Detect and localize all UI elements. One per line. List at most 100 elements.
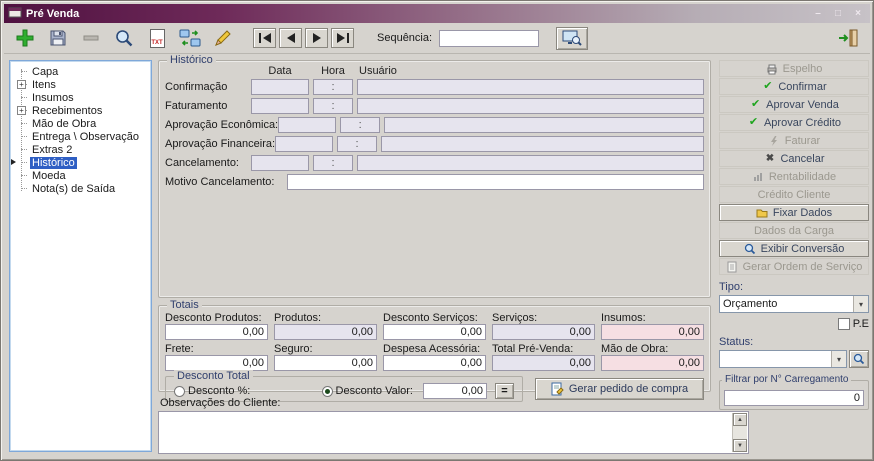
tree-item-moeda[interactable]: Moeda xyxy=(10,169,151,182)
last-record-button[interactable] xyxy=(331,28,354,48)
aprovacao-financeira-data-field[interactable] xyxy=(275,135,334,152)
floppy-icon xyxy=(50,30,66,46)
tree-item-label: Nota(s) de Saída xyxy=(32,182,116,195)
close-button[interactable]: × xyxy=(850,7,866,21)
printer-icon xyxy=(766,62,779,75)
faturamento-usuario-field[interactable] xyxy=(357,97,704,114)
delete-button[interactable] xyxy=(78,25,104,51)
faturamento-hora-field[interactable]: : xyxy=(313,97,353,114)
chevron-down-icon[interactable]: ▾ xyxy=(853,296,868,312)
field-label: Mão de Obra: xyxy=(601,343,669,355)
expand-plus-icon[interactable]: + xyxy=(17,80,26,89)
aplicar-desconto-button[interactable]: = xyxy=(495,383,514,399)
exit-button[interactable] xyxy=(834,25,862,51)
next-record-button[interactable] xyxy=(305,28,328,48)
scroll-down-icon[interactable]: ▼ xyxy=(733,439,747,452)
desconto-valor-radio[interactable] xyxy=(321,385,333,397)
cancelamento-hora-field[interactable]: : xyxy=(313,154,353,171)
consult-button[interactable] xyxy=(556,26,589,50)
maximize-button[interactable]: □ xyxy=(830,7,846,21)
column-header-usuario: Usuário xyxy=(359,65,397,77)
exibir-conversao-button[interactable]: Exibir Conversão xyxy=(719,240,869,257)
tree-item-mao-de-obra[interactable]: Mão de Obra xyxy=(10,117,151,130)
frete-field[interactable]: 0,00 xyxy=(165,355,268,371)
pe-checkbox[interactable] xyxy=(837,318,850,330)
confirmacao-data-field[interactable] xyxy=(251,78,309,95)
field-label: Produtos: xyxy=(274,312,322,324)
tree-item-extras-2[interactable]: Extras 2 xyxy=(10,143,151,156)
totais-group-title: Totais xyxy=(167,299,202,311)
espelho-button[interactable]: Espelho xyxy=(719,60,869,77)
gerar-ordem-servico-button[interactable]: Gerar Ordem de Serviço xyxy=(719,258,869,275)
desconto-percent-radio[interactable] xyxy=(174,385,185,397)
check-icon: ✔ xyxy=(763,80,773,92)
fixar-dados-button[interactable]: Fixar Dados xyxy=(719,204,869,221)
aprovacao-economica-data-field[interactable] xyxy=(278,116,337,133)
desconto-produtos-field[interactable]: 0,00 xyxy=(165,324,268,340)
desconto-valor-field[interactable]: 0,00 xyxy=(423,383,487,399)
tree-item-itens[interactable]: + Itens xyxy=(10,78,151,91)
aprovacao-financeira-hora-field[interactable]: : xyxy=(337,135,378,152)
search-button[interactable] xyxy=(111,25,137,51)
tree-item-insumos[interactable]: Insumos xyxy=(10,91,151,104)
gerar-pedido-label: Gerar pedido de compra xyxy=(568,383,689,395)
field-label: Seguro: xyxy=(274,343,313,355)
gerar-pedido-compra-button[interactable]: Gerar pedido de compra xyxy=(535,378,704,400)
titlebar[interactable]: Pré Venda – □ × xyxy=(4,4,870,23)
tree-item-recebimentos[interactable]: + Recebimentos xyxy=(10,104,151,117)
sequence-input[interactable] xyxy=(439,29,540,47)
cancelamento-usuario-field[interactable] xyxy=(357,154,704,171)
tree-item-entrega-observacao[interactable]: Entrega \ Observação xyxy=(10,130,151,143)
credito-cliente-button[interactable]: Crédito Cliente xyxy=(719,186,869,203)
status-search-button[interactable] xyxy=(849,350,869,368)
chevron-down-icon[interactable]: ▾ xyxy=(831,351,846,367)
first-record-button[interactable] xyxy=(253,28,276,48)
desconto-servicos-field[interactable]: 0,00 xyxy=(383,324,486,340)
mao-de-obra-field: 0,00 xyxy=(601,355,704,371)
button-label: Rentabilidade xyxy=(768,170,837,183)
cancelar-button[interactable]: ✖ Cancelar xyxy=(719,150,869,167)
observacoes-textarea[interactable]: ▲ ▼ xyxy=(158,411,749,454)
export-txt-button[interactable]: TXT xyxy=(144,25,170,51)
tree-item-capa[interactable]: Capa xyxy=(10,65,151,78)
previous-record-button[interactable] xyxy=(279,28,302,48)
aprovar-venda-button[interactable]: ✔ Aprovar Venda xyxy=(719,96,869,113)
despesa-acessoria-field[interactable]: 0,00 xyxy=(383,355,486,371)
motivo-cancelamento-field[interactable] xyxy=(287,173,704,190)
expand-plus-icon[interactable]: + xyxy=(17,106,26,115)
edit-button[interactable] xyxy=(210,25,236,51)
app-icon xyxy=(8,5,22,22)
check-icon: ✔ xyxy=(751,98,761,110)
scroll-up-icon[interactable]: ▲ xyxy=(733,413,747,426)
confirmacao-usuario-field[interactable] xyxy=(357,78,704,95)
tree-item-historico[interactable]: Histórico xyxy=(10,156,151,169)
confirmacao-hora-field[interactable]: : xyxy=(313,78,353,95)
aprovacao-financeira-usuario-field[interactable] xyxy=(381,135,704,152)
confirmar-button[interactable]: ✔ Confirmar xyxy=(719,78,869,95)
field-label: Despesa Acessória: xyxy=(383,343,481,355)
aprovacao-financeira-row: Aprovação Financeira: : xyxy=(159,134,710,153)
totais-row-1: Desconto Produtos: Produtos: Desconto Se… xyxy=(159,312,710,340)
status-combobox[interactable]: ▾ xyxy=(719,350,847,368)
servicos-field: 0,00 xyxy=(492,324,595,340)
tipo-label: Tipo: xyxy=(719,281,744,293)
pe-checkbox-row: P.E xyxy=(719,318,869,330)
minimize-button[interactable]: – xyxy=(810,7,826,21)
filtrar-carregamento-field[interactable]: 0 xyxy=(724,390,864,406)
save-button[interactable] xyxy=(45,25,71,51)
seguro-field[interactable]: 0,00 xyxy=(274,355,377,371)
rentabilidade-button[interactable]: Rentabilidade xyxy=(719,168,869,185)
aprovar-credito-button[interactable]: ✔ Aprovar Crédito xyxy=(719,114,869,131)
aprovacao-economica-hora-field[interactable]: : xyxy=(340,116,381,133)
dados-da-carga-button[interactable]: Dados da Carga xyxy=(719,222,869,239)
faturamento-data-field[interactable] xyxy=(251,97,309,114)
observacoes-scrollbar[interactable]: ▲ ▼ xyxy=(732,413,747,452)
cancelamento-data-field[interactable] xyxy=(251,154,309,171)
tipo-combobox[interactable]: Orçamento ▾ xyxy=(719,295,869,313)
faturar-button[interactable]: Faturar xyxy=(719,132,869,149)
check-icon: ✔ xyxy=(748,116,759,128)
add-button[interactable] xyxy=(12,25,38,51)
tree-item-notas-de-saida[interactable]: Nota(s) de Saída xyxy=(10,182,151,195)
aprovacao-economica-usuario-field[interactable] xyxy=(384,116,704,133)
transfer-button[interactable] xyxy=(177,25,203,51)
